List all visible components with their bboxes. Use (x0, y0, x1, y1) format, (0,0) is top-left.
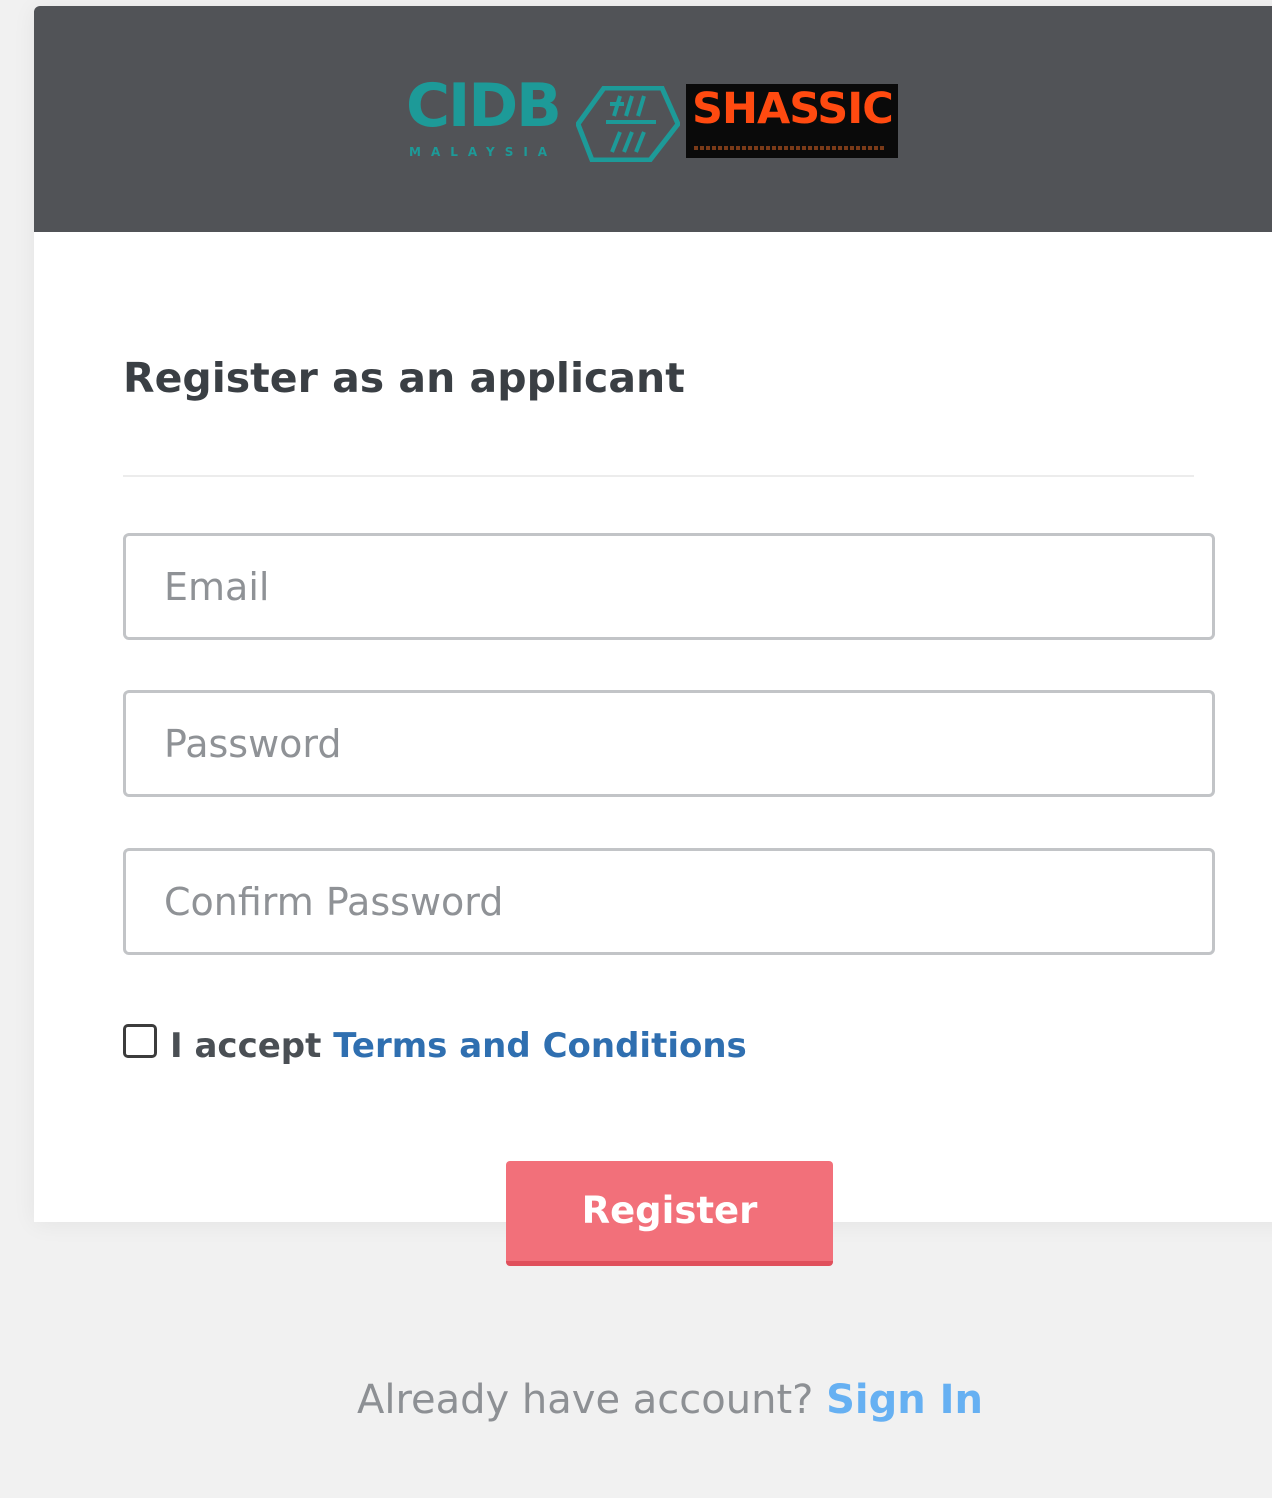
register-card: CIDB MALAYSIA SHASSIC Register as an app… (34, 6, 1272, 1222)
terms-link[interactable]: Terms and Conditions (333, 1026, 747, 1066)
cidb-logo-subtext: MALAYSIA (409, 145, 558, 159)
signin-question: Already have account? (356, 1377, 814, 1423)
password-input[interactable] (126, 693, 1212, 794)
confirm-password-field (123, 848, 1215, 955)
password-field (123, 690, 1215, 797)
terms-prefix-label: I accept (170, 1026, 322, 1066)
shassic-logo-tagline (694, 146, 884, 150)
cidb-mark-icon (576, 86, 680, 162)
page-title: Register as an applicant (123, 354, 685, 402)
register-button[interactable]: Register (506, 1161, 833, 1266)
terms-row: I accept Terms and Conditions (170, 1024, 747, 1068)
terms-checkbox[interactable] (123, 1024, 157, 1058)
email-input[interactable] (126, 536, 1212, 637)
title-divider (123, 475, 1194, 477)
signin-row: Already have account? Sign In (0, 1374, 1272, 1426)
cidb-logo-text: CIDB (406, 71, 562, 141)
confirm-password-input[interactable] (126, 851, 1212, 952)
card-header: CIDB MALAYSIA SHASSIC (34, 6, 1272, 232)
signin-link[interactable]: Sign In (826, 1377, 983, 1423)
logo-group: CIDB MALAYSIA SHASSIC (406, 76, 900, 164)
shassic-logo-text: SHASSIC (692, 84, 894, 134)
shassic-logo: SHASSIC (686, 84, 898, 158)
email-field (123, 533, 1215, 640)
